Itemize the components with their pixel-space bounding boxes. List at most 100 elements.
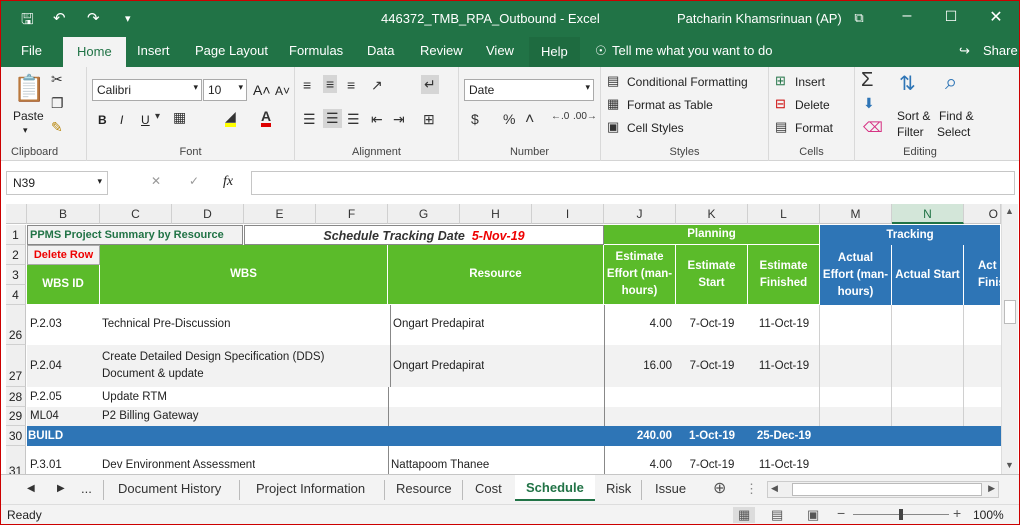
sort-filter-line1[interactable]: Sort &: [897, 109, 930, 123]
col-header-g[interactable]: G: [388, 204, 460, 224]
col-header-j[interactable]: J: [604, 204, 676, 224]
sheet-tab-risk[interactable]: Risk: [606, 481, 631, 496]
borders-icon[interactable]: ▦: [173, 109, 186, 126]
resource-cell[interactable]: Nattapoom Thanee: [388, 446, 489, 474]
row-header-27[interactable]: 27: [6, 345, 26, 387]
wbs-id-cell[interactable]: P.2.05: [30, 391, 62, 403]
effort-cell[interactable]: [604, 407, 605, 426]
tab-file[interactable]: File: [21, 43, 42, 58]
col-header-c[interactable]: C: [100, 204, 172, 224]
wbs-id-cell[interactable]: P.2.03: [30, 318, 62, 330]
tab-formulas[interactable]: Formulas: [289, 43, 343, 58]
tracking-date-cell[interactable]: Schedule Tracking Date 5-Nov-19: [244, 225, 604, 245]
wbs-id-cell[interactable]: ML04: [30, 410, 59, 422]
close-icon[interactable]: ✕: [986, 7, 1006, 27]
decrease-decimal-icon[interactable]: .00→: [573, 111, 597, 122]
orientation-icon[interactable]: ↗: [371, 77, 383, 94]
col-header-l[interactable]: L: [748, 204, 820, 224]
zoom-in-icon[interactable]: +: [953, 505, 961, 521]
align-bottom-icon[interactable]: ≡: [347, 77, 355, 93]
effort-cell[interactable]: 16.00: [604, 345, 674, 387]
col-header-o[interactable]: O: [964, 204, 1001, 224]
horizontal-scroll-thumb[interactable]: [792, 483, 982, 496]
underline-button[interactable]: U: [141, 113, 150, 127]
row-header-4[interactable]: 4: [6, 285, 26, 305]
wbs-id-header[interactable]: WBS ID: [27, 265, 100, 305]
tab-data[interactable]: Data: [367, 43, 394, 58]
vertical-scrollbar[interactable]: ▲ ▼: [1001, 204, 1018, 474]
align-middle-icon[interactable]: ≡: [323, 75, 338, 93]
col-header-k[interactable]: K: [676, 204, 748, 224]
find-select-button[interactable]: Select: [937, 125, 970, 139]
sheet-tab-resource[interactable]: Resource: [396, 481, 452, 496]
row-header-2[interactable]: 2: [6, 245, 26, 265]
customize-toolbar-icon[interactable]: ▾: [125, 12, 131, 25]
new-sheet-icon[interactable]: ⊕: [713, 478, 726, 498]
start-cell[interactable]: 7-Oct-19: [676, 360, 748, 372]
col-header-i[interactable]: I: [532, 204, 604, 224]
minimize-icon[interactable]: –: [897, 7, 917, 25]
tab-split-handle-icon[interactable]: ⋮: [745, 481, 758, 497]
find-select-icon[interactable]: ⌕: [945, 69, 957, 95]
tell-me-search[interactable]: Tell me what you want to do: [612, 43, 772, 58]
percent-icon[interactable]: %: [503, 111, 515, 127]
resource-cell[interactable]: [388, 407, 389, 426]
row-header-28[interactable]: 28: [6, 387, 26, 407]
scroll-right-icon[interactable]: ▶: [988, 483, 995, 494]
currency-icon[interactable]: $: [471, 111, 479, 127]
clear-icon[interactable]: ⌫: [863, 119, 883, 136]
shrink-font-icon[interactable]: A˅: [275, 84, 290, 98]
col-header-d[interactable]: D: [172, 204, 244, 224]
planning-header[interactable]: Planning: [604, 225, 820, 245]
col-header-e[interactable]: E: [244, 204, 316, 224]
redo-icon[interactable]: ↷: [87, 9, 100, 27]
finish-cell[interactable]: 25-Dec-19: [748, 430, 820, 442]
tab-home[interactable]: Home: [63, 37, 126, 67]
format-button[interactable]: Format: [795, 121, 833, 135]
increase-decimal-icon[interactable]: ←.0: [551, 111, 569, 122]
bold-button[interactable]: B: [98, 113, 107, 127]
wbs-header[interactable]: WBS: [100, 245, 388, 305]
insert-function-button[interactable]: fx: [223, 174, 233, 190]
prev-sheet-icon[interactable]: ◀: [27, 483, 35, 494]
align-left-icon[interactable]: ☰: [303, 111, 316, 128]
align-top-icon[interactable]: ≡: [303, 77, 311, 93]
decrease-indent-icon[interactable]: ⇤: [371, 111, 383, 128]
wbs-id-cell[interactable]: P.2.04: [30, 360, 62, 372]
col-header-f[interactable]: F: [316, 204, 388, 224]
resource-cell[interactable]: [388, 387, 389, 407]
save-icon[interactable]: 🖫: [21, 9, 34, 34]
autosum-icon[interactable]: Σ: [861, 69, 873, 92]
row-header-29[interactable]: 29: [6, 407, 26, 426]
fill-color-icon[interactable]: ◢: [225, 109, 236, 127]
sheet-tab-cost[interactable]: Cost: [475, 481, 502, 496]
col-header-h[interactable]: H: [460, 204, 532, 224]
effort-cell[interactable]: 4.00: [604, 446, 674, 474]
user-name[interactable]: Patcharin Khamsrinuan (AP): [677, 11, 842, 26]
resource-cell[interactable]: Ongart Predapirat: [390, 305, 484, 345]
undo-icon[interactable]: ↶: [53, 9, 66, 27]
row-header-3[interactable]: 3: [6, 265, 26, 285]
tab-review[interactable]: Review: [420, 43, 463, 58]
wrap-text-icon[interactable]: ↵: [421, 75, 439, 94]
sheet-tab-schedule[interactable]: Schedule: [515, 475, 595, 501]
fill-icon[interactable]: ⬇: [863, 95, 875, 112]
zoom-out-icon[interactable]: −: [837, 505, 845, 521]
wbs-cell[interactable]: Update RTM: [102, 391, 167, 403]
actual-effort-header[interactable]: Actual Effort (man-hours): [820, 245, 892, 305]
increase-indent-icon[interactable]: ⇥: [393, 111, 405, 128]
scroll-up-icon[interactable]: ▲: [1005, 206, 1014, 216]
maximize-icon[interactable]: ☐: [941, 8, 961, 25]
horizontal-scrollbar[interactable]: ◀ ▶: [767, 481, 999, 498]
scroll-down-icon[interactable]: ▼: [1005, 460, 1014, 470]
finish-cell[interactable]: 11-Oct-19: [748, 318, 820, 330]
wbs-cell[interactable]: Dev Environment Assessment: [102, 459, 255, 471]
effort-cell[interactable]: [604, 387, 605, 407]
select-all-corner[interactable]: [6, 204, 27, 224]
normal-view-icon[interactable]: ▦: [733, 507, 756, 523]
tab-help[interactable]: Help: [529, 37, 580, 67]
delete-row-button[interactable]: Delete Row: [27, 245, 100, 265]
estimate-effort-header[interactable]: Estimate Effort (man-hours): [604, 245, 676, 305]
resource-cell[interactable]: Ongart Predapirat: [390, 345, 484, 387]
scroll-thumb[interactable]: [1004, 300, 1016, 324]
